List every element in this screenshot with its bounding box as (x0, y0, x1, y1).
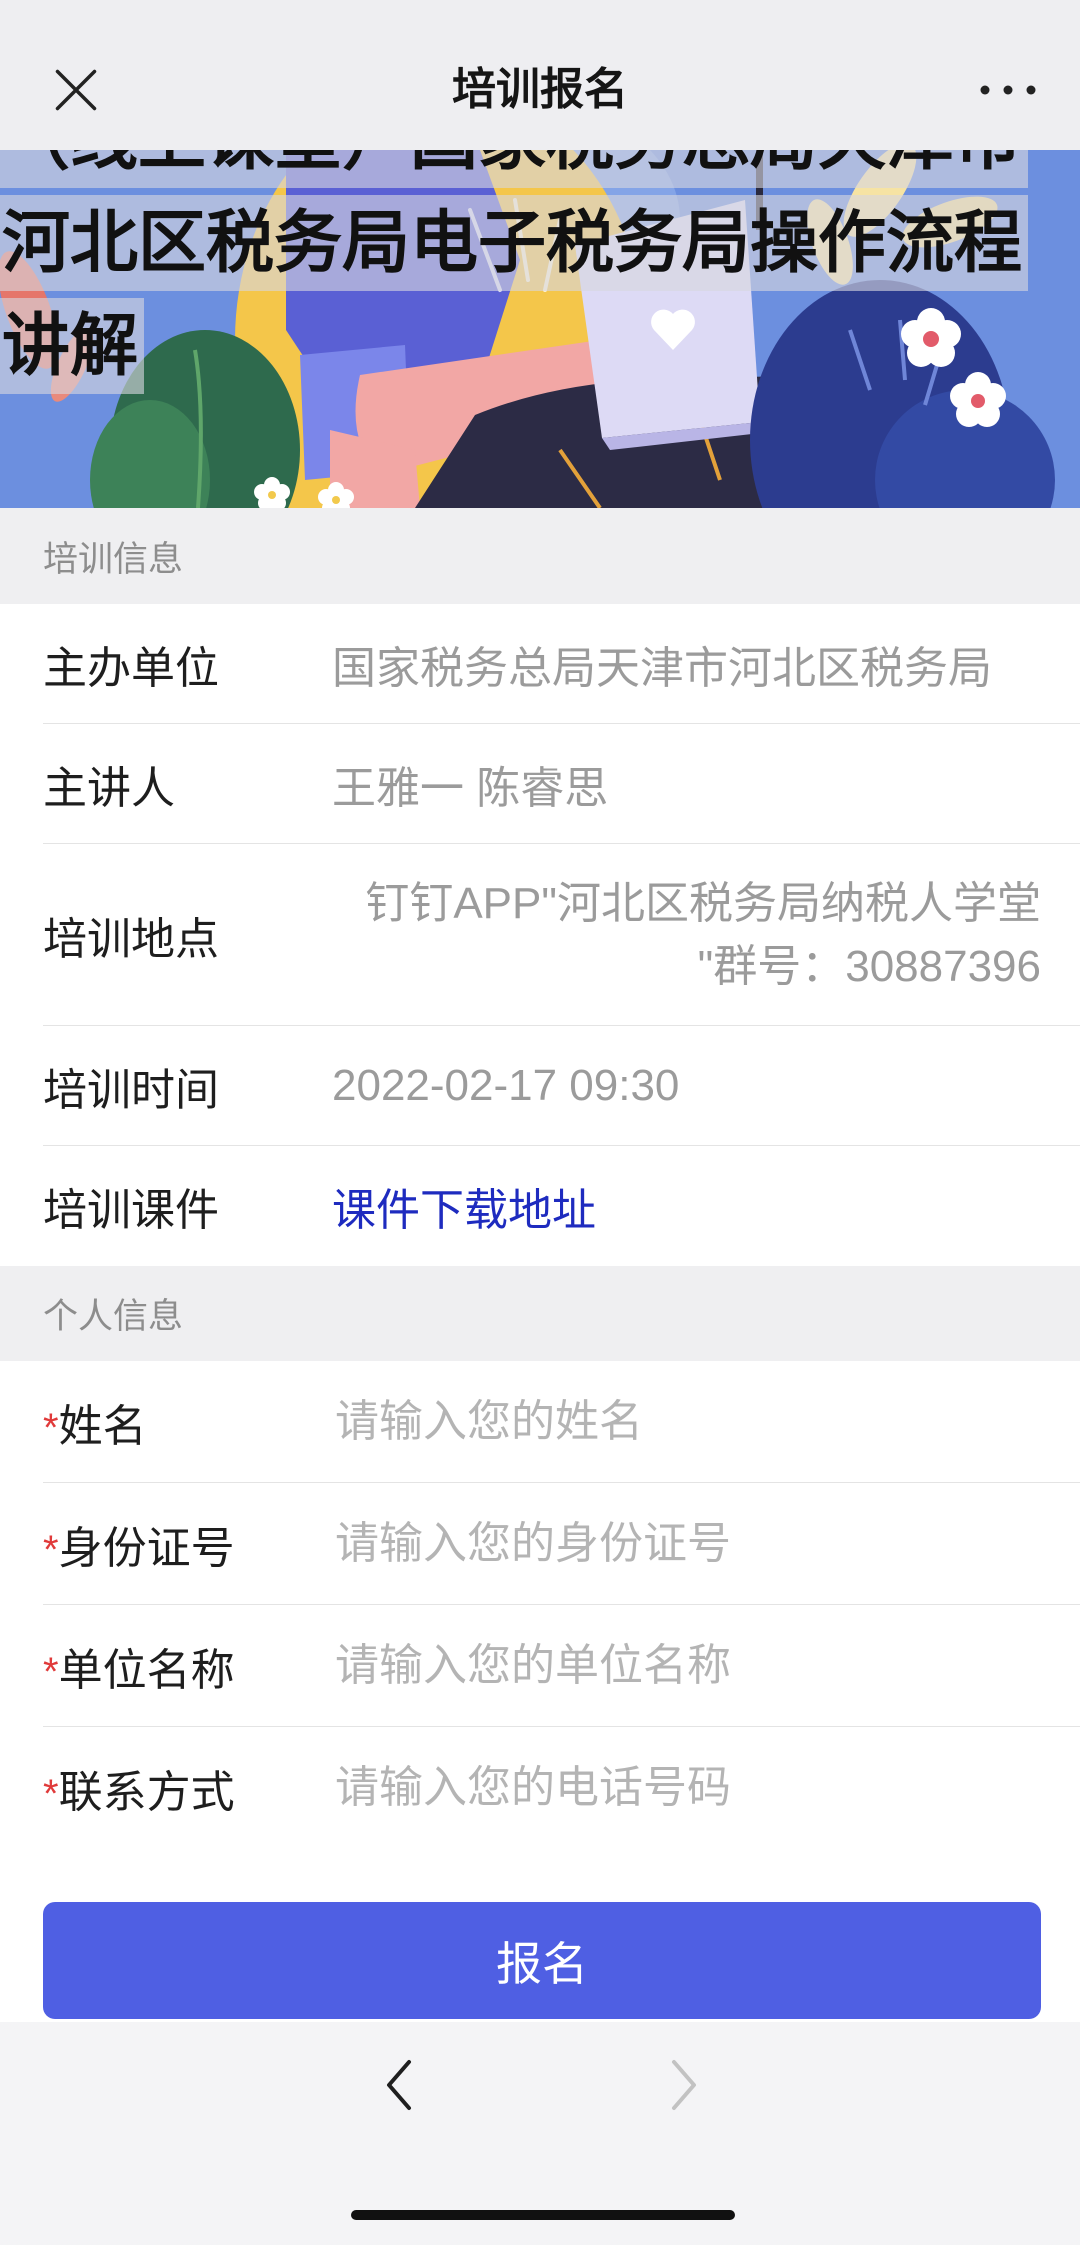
form-row-id-number: *身份证号 (0, 1483, 1080, 1605)
time-label: 培训时间 (43, 1066, 219, 1115)
info-row-materials: 培训课件 课件下载地址 (0, 1146, 1080, 1266)
back-button[interactable] (381, 2057, 421, 2113)
info-row-location: 培训地点 钉钉APP"河北区税务局纳税人学堂 "群号：30887396 (0, 844, 1080, 1026)
id-number-label-text: 身份证号 (58, 1524, 235, 1573)
name-label: *姓名 (0, 1390, 335, 1454)
time-value: 2022-02-17 09:30 (332, 1061, 680, 1110)
banner-title-line-2-text: 河北区税务局电子税务局操作流程 (0, 195, 1029, 291)
id-number-input[interactable] (335, 1509, 1041, 1579)
location-value: 钉钉APP"河北区税务局纳税人学堂 "群号：30887396 (332, 872, 1080, 998)
forward-button[interactable] (662, 2057, 702, 2113)
more-button[interactable] (972, 78, 1044, 102)
location-value-line-1: 钉钉APP"河北区税务局纳税人学堂 (365, 879, 1041, 928)
more-icon (980, 85, 1036, 95)
lecturer-label: 主讲人 (43, 764, 175, 813)
company-label: *单位名称 (0, 1634, 335, 1698)
chevron-left-icon (387, 2060, 411, 2110)
info-row-time: 培训时间 2022-02-17 09:30 (0, 1026, 1080, 1146)
form-row-contact: *联系方式 (0, 1727, 1080, 1849)
screen: 培训报名 河北区税务局电子税务局操作流程 讲解 培训信息 主办单位 国家税务总局… (0, 0, 1080, 2245)
location-value-line-2: "群号：30887396 (697, 942, 1041, 991)
location-label: 培训地点 (43, 915, 219, 964)
close-button[interactable] (52, 66, 100, 114)
banner-title-line-1: （线上课堂）国家税务总局天津市 (0, 150, 1029, 188)
section-header-training-info: 培训信息 (0, 508, 1080, 604)
chevron-right-icon (672, 2060, 696, 2110)
id-number-label: *身份证号 (0, 1512, 335, 1576)
phone-input[interactable] (335, 1753, 1041, 1823)
content: 培训信息 主办单位 国家税务总局天津市河北区税务局 主讲人 王雅一 陈睿思 培训… (0, 508, 1080, 1849)
lecturer-value: 王雅一 陈睿思 (332, 764, 609, 813)
banner-title-line-1-text: （线上课堂）国家税务总局天津市 (0, 150, 1029, 188)
page-title: 培训报名 (452, 65, 628, 114)
organizer-value: 国家税务总局天津市河北区税务局 (332, 644, 992, 693)
home-indicator[interactable] (351, 2210, 735, 2220)
materials-label: 培训课件 (43, 1186, 219, 1235)
banner: （线上课堂）国家税务总局天津市 河北区税务局电子税务局操作流程 讲解 (0, 150, 1080, 508)
required-mark: * (43, 1650, 59, 1694)
contact-label: *联系方式 (0, 1756, 335, 1820)
register-button[interactable]: 报名 (43, 1902, 1041, 2019)
bottom-toolbar (0, 2022, 1080, 2245)
section-header-personal-info: 个人信息 (0, 1266, 1080, 1361)
section-title: 个人信息 (43, 1297, 184, 1336)
materials-download-link[interactable]: 课件下载地址 (332, 1174, 596, 1238)
banner-title-line-3: 讲解 (0, 298, 145, 394)
nav-bar: 培训报名 (0, 0, 1080, 150)
info-row-organizer: 主办单位 国家税务总局天津市河北区税务局 (0, 604, 1080, 724)
name-input[interactable] (335, 1387, 1041, 1457)
company-input[interactable] (335, 1631, 1041, 1701)
info-row-lecturer: 主讲人 王雅一 陈睿思 (0, 724, 1080, 844)
name-label-text: 姓名 (58, 1402, 147, 1451)
banner-title-line-2: 河北区税务局电子税务局操作流程 (0, 195, 1029, 291)
company-label-text: 单位名称 (58, 1646, 235, 1695)
form-row-company: *单位名称 (0, 1605, 1080, 1727)
organizer-label: 主办单位 (43, 644, 219, 693)
form-row-name: *姓名 (0, 1361, 1080, 1483)
close-icon (55, 69, 97, 111)
required-mark: * (43, 1528, 59, 1572)
required-mark: * (43, 1772, 59, 1816)
contact-label-text: 联系方式 (58, 1768, 235, 1817)
section-title: 培训信息 (43, 539, 184, 579)
required-mark: * (43, 1406, 59, 1450)
banner-title-line-3-text: 讲解 (0, 298, 145, 394)
